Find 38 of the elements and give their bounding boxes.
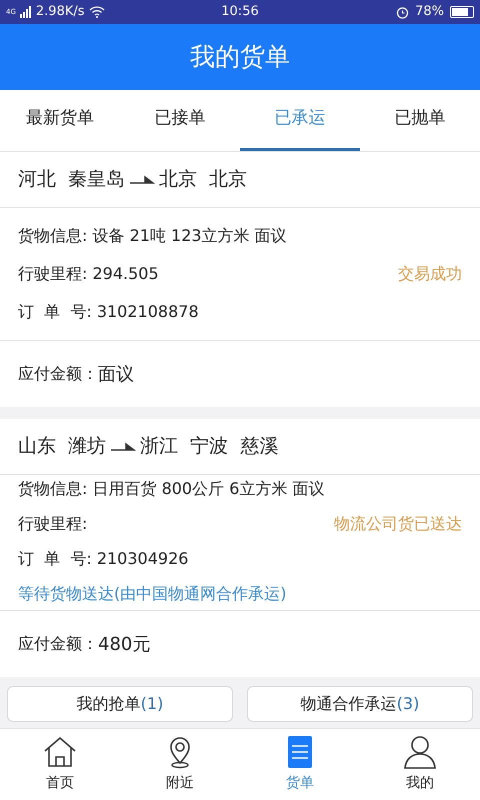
distance-text: 行驶里程: (18, 513, 88, 535)
cargo-info: 货物信息: 设备 21吨 123立方米 面议 (18, 225, 288, 247)
order-card[interactable]: 河北 秦皇岛 北京 北京 货物信息: 设备 21吨 123立方米 面议 行驶里程: 294.505 交易成功 订 单 号: 3102108878 应付金额：面议 (0, 152, 480, 407)
status-text: 物流公司货已送达 (334, 513, 462, 535)
page-title: 我的货单 (190, 41, 290, 74)
battery-icon (450, 6, 474, 18)
wifi-icon (88, 6, 105, 18)
filter-button[interactable]: 我的抢单(1) (7, 686, 233, 722)
amount-label: 应付金额： (18, 633, 98, 655)
amount-value: 480元 (98, 632, 150, 656)
order-number: 订 单 号: 3102108878 (18, 301, 200, 323)
route-destination: 浙江 宁波 慈溪 (140, 434, 278, 460)
nav-item[interactable]: 我的 (360, 729, 480, 800)
signal-icon (20, 6, 32, 18)
arrow-icon (129, 174, 156, 184)
route-origin: 河北 秦皇岛 (18, 167, 126, 192)
status-text: 交易成功 (398, 263, 462, 285)
route-origin: 山东 潍坊 (18, 434, 106, 460)
nav-item[interactable]: 附近 (120, 729, 240, 800)
tab[interactable]: 最新货单 (0, 90, 120, 151)
alarm-icon (396, 6, 410, 18)
tab[interactable]: 已抛单 (360, 90, 480, 151)
route-destination: 北京 北京 (159, 167, 248, 192)
cargo-info: 货物信息: 日用百货 800公斤 6立方米 面议 (18, 478, 326, 500)
order-number: 订 单 号: 210304926 (18, 548, 190, 570)
clock-time: 10:56 (220, 3, 260, 22)
nav-item[interactable]: 货单 (240, 729, 360, 800)
amount-label: 应付金额： (18, 363, 98, 385)
delivery-note: 等待货物送达(由中国物通网合作承运) (18, 583, 288, 605)
arrow-icon (110, 442, 136, 452)
nav-item[interactable]: 首页 (0, 729, 120, 800)
amount-value: 面议 (98, 362, 134, 386)
order-card[interactable]: 山东 潍坊 浙江 宁波 慈溪 货物信息: 日用百货 800公斤 6立方米 面议 行驶里程: 物流公司货已送达 订 单 号: 210304926 等待货物送达(由中国物通网合作承运) 应付金额：480元 (0, 419, 480, 677)
distance-text: 行驶里程: 294.505 (18, 263, 159, 285)
filter-button[interactable]: 物通合作承运(3) (247, 686, 473, 722)
tab[interactable]: 已接单 (120, 90, 240, 151)
battery-percent: 78% (415, 3, 444, 22)
network-speed: 2.98K/s (36, 3, 85, 22)
